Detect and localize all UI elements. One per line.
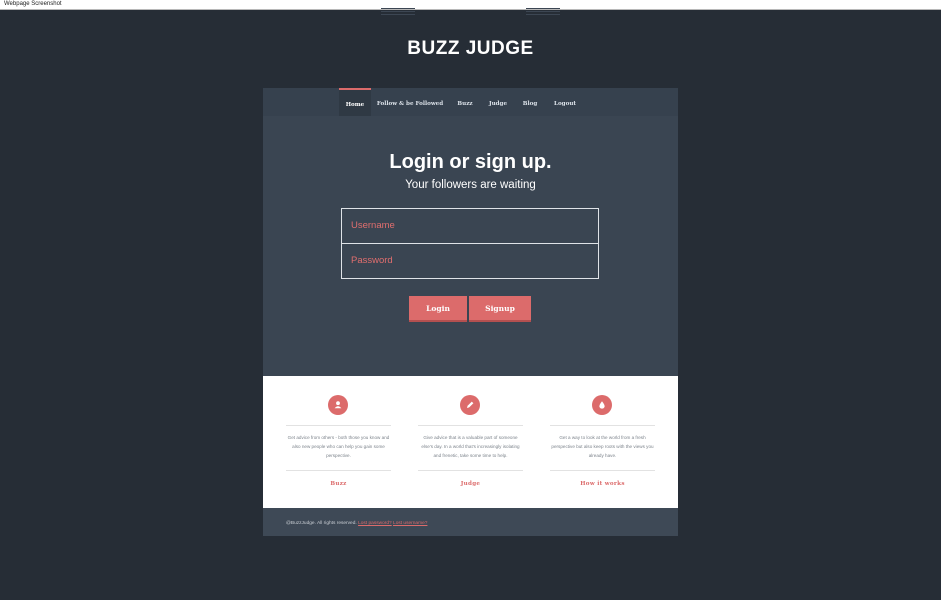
nav-item-buzz[interactable]: Buzz xyxy=(453,88,477,116)
feature-link-how-it-works[interactable]: How it works xyxy=(550,481,655,487)
nav-item-follow[interactable]: Follow & be Followed xyxy=(375,88,445,116)
features-section: Get advice from others - both those you … xyxy=(263,376,678,508)
nav-item-logout[interactable]: Logout xyxy=(551,88,579,116)
hero-title: Login or sign up. xyxy=(389,151,552,173)
footer-copyright: @BuzzJudge. All rights reserved. xyxy=(286,521,357,526)
lost-username-link[interactable]: Lost username? xyxy=(393,521,427,526)
main-card: Home Follow & be Followed Buzz Judge Blo… xyxy=(263,88,678,536)
feature-divider xyxy=(418,425,523,426)
feature-link-judge[interactable]: Judge xyxy=(418,481,523,487)
logo-decoration-right xyxy=(526,8,560,15)
feature-description: Get advice from others - both those you … xyxy=(287,435,390,458)
feature-divider xyxy=(286,470,391,471)
nav-item-blog[interactable]: Blog xyxy=(519,88,541,116)
password-input[interactable]: Password xyxy=(341,243,599,279)
feature-judge: Give advice that is a valuable part of s… xyxy=(418,376,523,508)
feature-divider xyxy=(286,425,391,426)
pencil-icon xyxy=(460,395,480,415)
drop-icon xyxy=(592,395,612,415)
feature-divider xyxy=(418,470,523,471)
feature-buzz: Get advice from others - both those you … xyxy=(286,376,391,508)
feature-description: Give advice that is a valuable part of s… xyxy=(421,435,520,458)
main-nav: Home Follow & be Followed Buzz Judge Blo… xyxy=(263,88,678,116)
feature-link-buzz[interactable]: Buzz xyxy=(286,481,391,487)
login-button[interactable]: Login xyxy=(409,296,467,322)
nav-item-judge[interactable]: Judge xyxy=(485,88,511,116)
feature-description: Get a way to look at the world from a fr… xyxy=(551,435,654,458)
footer: @BuzzJudge. All rights reserved. Lost pa… xyxy=(263,508,678,536)
feature-how-it-works: Get a way to look at the world from a fr… xyxy=(550,376,655,508)
signup-button[interactable]: Signup xyxy=(469,296,531,322)
feature-divider xyxy=(550,470,655,471)
logo-decoration-left xyxy=(381,8,415,15)
lost-password-link[interactable]: Lost password? xyxy=(358,521,392,526)
site-logo[interactable]: BUZZ JUDGE xyxy=(0,37,941,61)
user-icon xyxy=(328,395,348,415)
username-input[interactable]: Username xyxy=(341,208,599,244)
site-logo-text[interactable]: BUZZ JUDGE xyxy=(407,37,533,61)
window-title: Webpage Screenshot xyxy=(0,0,941,10)
nav-item-home[interactable]: Home xyxy=(339,88,371,116)
hero-subtitle: Your followers are waiting xyxy=(405,179,536,191)
feature-divider xyxy=(550,425,655,426)
